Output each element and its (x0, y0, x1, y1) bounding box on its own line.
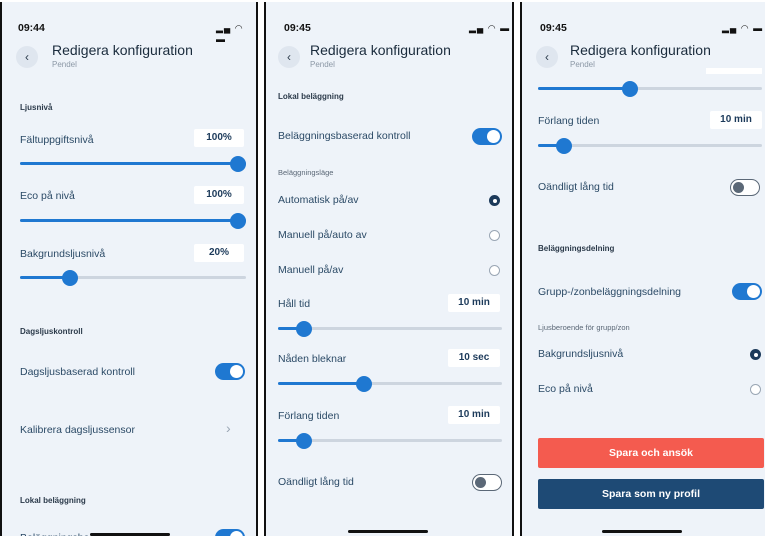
daylight-control-toggle[interactable] (215, 363, 245, 380)
page-subtitle: Pendel (570, 60, 595, 69)
status-time: 09:45 (284, 22, 311, 34)
fade-value[interactable]: 10 sec (448, 349, 500, 367)
section-daylight: Dagsljuskontroll (20, 327, 83, 336)
slider-thumb[interactable] (356, 375, 372, 392)
dependency-option: Bakgrundsljusnivå (538, 348, 624, 360)
back-button[interactable]: ‹ (536, 46, 558, 68)
value-box-partial (706, 68, 762, 74)
extend-slider[interactable] (538, 137, 762, 154)
hold-time-label: Håll tid (278, 298, 311, 310)
chevron-left-icon: ‹ (545, 50, 549, 64)
mode-option: Manuell på/auto av (278, 229, 367, 241)
slider-thumb[interactable] (556, 137, 572, 154)
light-dependency-label: Ljusberoende för grupp/zon (538, 323, 630, 332)
page-subtitle: Pendel (310, 60, 335, 69)
slider-thumb[interactable] (230, 212, 246, 229)
section-light-level: Ljusnivå (20, 103, 53, 112)
eco-level-label: Eco på nivå (20, 190, 75, 202)
page-title: Redigera konfiguration (570, 42, 711, 58)
hold-time-slider[interactable] (278, 320, 502, 337)
status-time: 09:44 (18, 22, 45, 34)
infinite-label: Oändligt lång tid (278, 476, 354, 488)
task-level-label: Fältuppgiftsnivå (20, 134, 94, 146)
calibrate-label[interactable]: Kalibrera dagsljussensor (20, 424, 135, 436)
extend-label: Förlang tiden (278, 410, 340, 422)
slider-thumb[interactable] (62, 269, 78, 286)
background-level-slider[interactable] (20, 269, 246, 286)
status-time: 09:45 (540, 22, 567, 34)
home-indicator (602, 530, 682, 533)
page-subtitle: Pendel (52, 60, 77, 69)
slider-thumb[interactable] (230, 155, 246, 172)
infinite-toggle[interactable] (730, 179, 760, 196)
section-occupancy: Lokal beläggning (20, 496, 86, 505)
status-icons: ▂▄ ◠ ▬ (216, 23, 244, 44)
fade-label: Nåden bleknar (278, 353, 347, 365)
extend-value[interactable]: 10 min (448, 406, 500, 424)
extend-slider[interactable] (278, 432, 502, 449)
save-as-profile-button[interactable]: Spara som ny profil (538, 479, 764, 509)
mode-label: Beläggningsläge (278, 168, 334, 177)
status-icons: ▂▄ ◠ ▬ (722, 23, 764, 33)
page-title: Redigera konfiguration (310, 42, 451, 58)
chevron-right-icon[interactable]: › (226, 420, 231, 436)
occupancy-control-label: Beläggningsbaserad kontroll (278, 130, 411, 142)
mode-radio-auto[interactable] (489, 195, 500, 206)
dependency-radio-background[interactable] (750, 349, 761, 360)
mode-radio-manual-auto[interactable] (489, 230, 500, 241)
extend-value[interactable]: 10 min (710, 111, 762, 129)
screen-3: 09:45 ▂▄ ◠ ▬ ‹ Redigera konfiguration Pe… (520, 2, 765, 536)
section-sharing: Beläggningsdelning (538, 244, 615, 253)
screen-2: 09:45 ▂▄ ◠ ▬ ‹ Redigera konfiguration Pe… (264, 2, 514, 536)
status-icons: ▂▄ ◠ ▬ (469, 23, 511, 33)
occupancy-control-toggle[interactable] (472, 128, 502, 145)
hold-time-value[interactable]: 10 min (448, 294, 500, 312)
section-occupancy: Lokal beläggning (278, 92, 344, 101)
back-button[interactable]: ‹ (16, 46, 38, 68)
dependency-radio-eco[interactable] (750, 384, 761, 395)
infinite-toggle[interactable] (472, 474, 502, 491)
eco-level-value[interactable]: 100% (194, 186, 244, 204)
task-level-slider[interactable] (20, 155, 246, 172)
slider-thumb[interactable] (296, 320, 312, 337)
extend-label: Förlang tiden (538, 115, 600, 127)
chevron-left-icon: ‹ (287, 50, 291, 64)
save-and-apply-button[interactable]: Spara och ansök (538, 438, 764, 468)
back-button[interactable]: ‹ (278, 46, 300, 68)
mode-option: Automatisk på/av (278, 194, 359, 206)
group-sharing-toggle[interactable] (732, 283, 762, 300)
slider-thumb[interactable] (622, 80, 638, 97)
group-sharing-label: Grupp-/zonbeläggningsdelning (538, 286, 682, 298)
mode-radio-manual[interactable] (489, 265, 500, 276)
dependency-option: Eco på nivå (538, 383, 593, 395)
chevron-left-icon: ‹ (25, 50, 29, 64)
background-level-value[interactable]: 20% (194, 244, 244, 262)
eco-level-slider[interactable] (20, 212, 246, 229)
slider-thumb[interactable] (296, 432, 312, 449)
task-level-value[interactable]: 100% (194, 129, 244, 147)
page-title: Redigera konfiguration (52, 42, 193, 58)
occupancy-toggle-partial[interactable] (215, 529, 245, 536)
background-level-label: Bakgrundsljusnivå (20, 248, 106, 260)
mode-option: Manuell på/av (278, 264, 344, 276)
daylight-control-label: Dagsljusbaserad kontroll (20, 366, 135, 378)
home-indicator (348, 530, 428, 533)
infinite-label: Oändligt lång tid (538, 181, 614, 193)
screen-1: 09:44 ▂▄ ◠ ▬ ‹ Redigera konfiguration Pe… (0, 2, 258, 536)
top-slider-partial[interactable] (538, 80, 762, 97)
fade-slider[interactable] (278, 375, 502, 392)
